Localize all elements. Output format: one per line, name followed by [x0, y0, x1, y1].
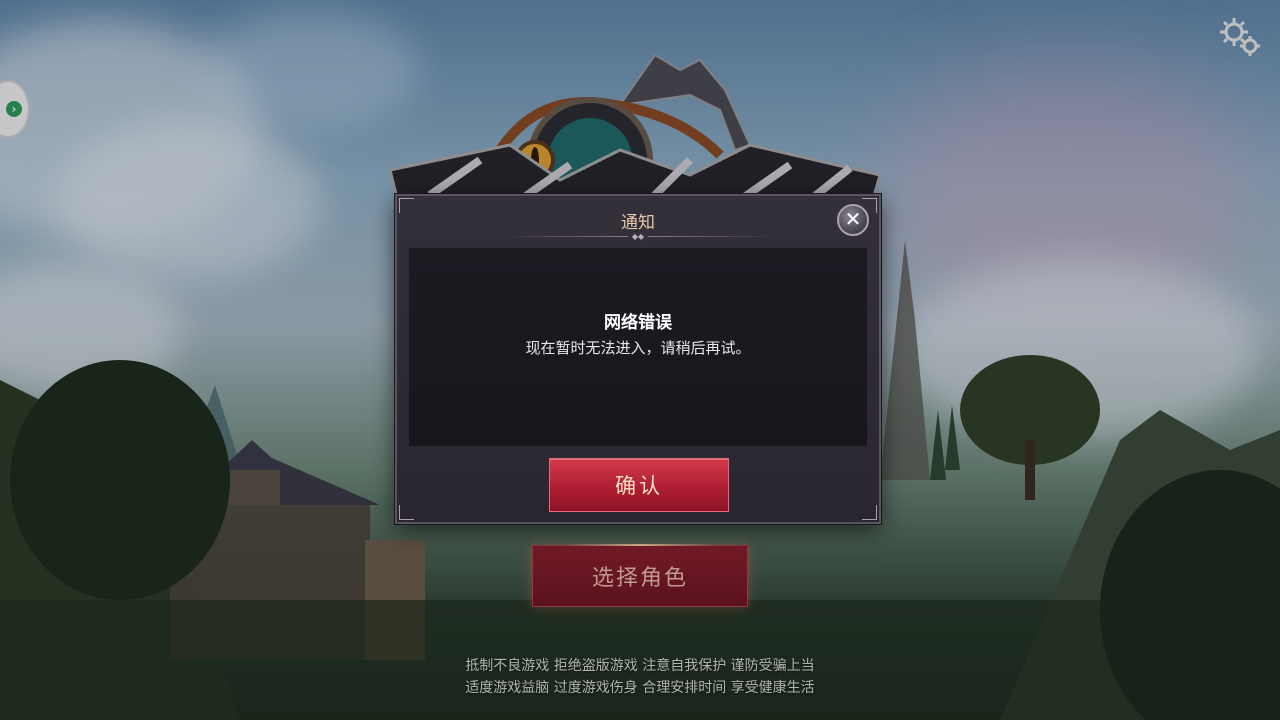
game-login-screen: › 选择角色 抵制不良游戏 拒绝盗版游戏 注意自我保护 谨防受骗上当 适度游戏益…	[0, 0, 1280, 720]
dialog-title: 通知	[621, 213, 655, 233]
close-button[interactable]: ✕	[837, 204, 869, 236]
close-icon: ✕	[844, 207, 862, 231]
message-panel: 网络错误 现在暂时无法进入，请稍后再试。	[409, 248, 867, 446]
notice-dialog: 通知 ◆◆ ✕ 网络错误 现在暂时无法进入，请稍后再试。 确认	[395, 194, 881, 524]
message-body: 现在暂时无法进入，请稍后再试。	[525, 339, 751, 357]
message-title: 网络错误	[604, 313, 672, 333]
confirm-button[interactable]: 确认	[549, 458, 729, 512]
confirm-label: 确认	[615, 474, 663, 498]
title-ornament: ◆◆	[627, 232, 649, 241]
